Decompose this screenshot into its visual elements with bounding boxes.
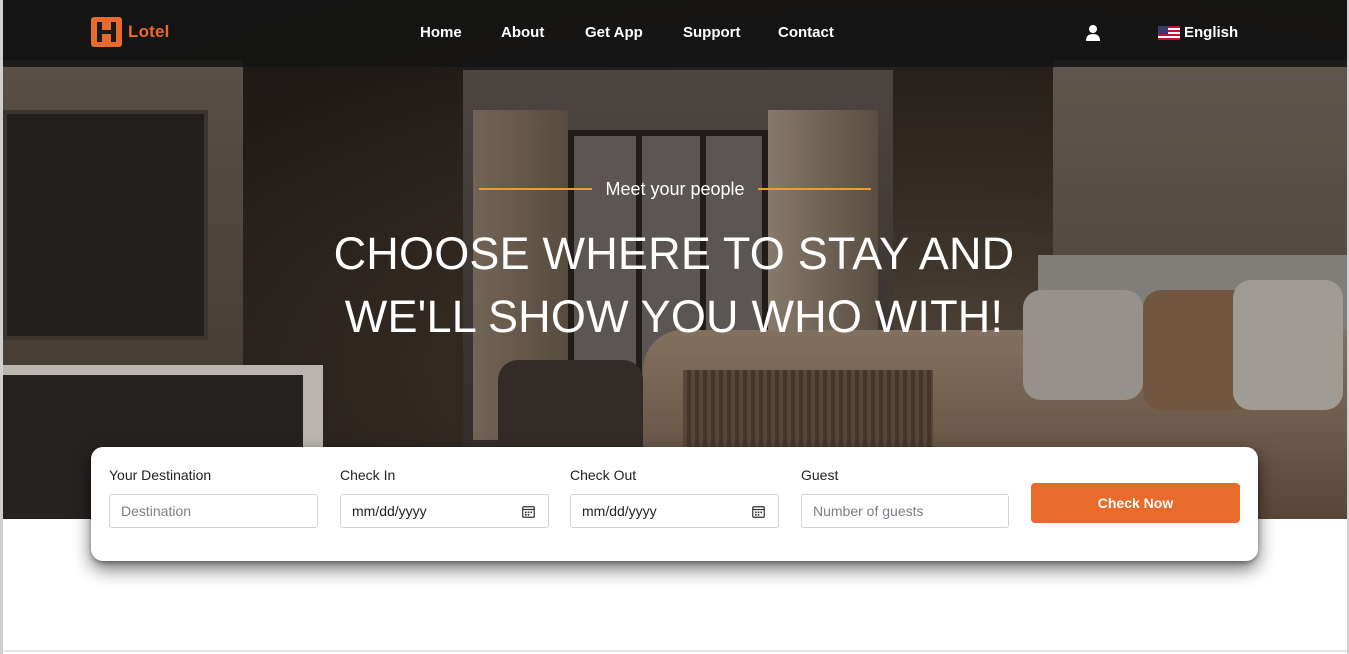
tagline-line-right <box>758 188 871 190</box>
guest-field-group: Guest Number of guests <box>801 467 1009 528</box>
check-now-button[interactable]: Check Now <box>1031 483 1240 523</box>
nav-link-home[interactable]: Home <box>420 24 462 41</box>
check-out-label: Check Out <box>570 467 637 483</box>
hero-headline: CHOOSE WHERE TO STAY AND WE'LL SHOW YOU … <box>300 222 1048 348</box>
destination-placeholder: Destination <box>121 503 192 519</box>
check-in-field-group: Check In mm/dd/yyyy <box>340 467 549 528</box>
guest-label: Guest <box>801 467 839 483</box>
hero-tagline: Meet your people <box>605 178 745 199</box>
guest-input[interactable]: Number of guests <box>801 494 1009 528</box>
destination-field-group: Your Destination Destination <box>109 467 318 528</box>
nav-link-contact[interactable]: Contact <box>778 24 834 41</box>
nav-link-about[interactable]: About <box>501 24 544 41</box>
top-navbar: Lotel Home About Get App Support Contact… <box>3 0 1347 67</box>
check-out-field-group: Check Out mm/dd/yyyy <box>570 467 779 528</box>
destination-input[interactable]: Destination <box>109 494 318 528</box>
us-flag-icon <box>1158 25 1180 40</box>
search-form-card: Your Destination Destination Check In mm… <box>91 447 1258 561</box>
check-out-date-input[interactable]: mm/dd/yyyy <box>570 494 779 528</box>
tagline-line-left <box>479 188 592 190</box>
check-in-value: mm/dd/yyyy <box>352 503 427 519</box>
check-in-label: Check In <box>340 467 396 483</box>
nav-link-get-app[interactable]: Get App <box>585 24 643 41</box>
calendar-icon[interactable] <box>522 505 535 518</box>
language-selector[interactable]: English <box>1158 24 1238 41</box>
language-label: English <box>1184 24 1239 41</box>
nav-link-support[interactable]: Support <box>683 24 741 41</box>
nav-menu: Home About Get App Support Contact <box>3 24 1347 44</box>
hero-headline-line1: CHOOSE WHERE TO STAY AND <box>333 228 1015 279</box>
check-in-date-input[interactable]: mm/dd/yyyy <box>340 494 549 528</box>
page-bottom-divider <box>3 650 1347 652</box>
user-icon[interactable] <box>1085 24 1101 42</box>
hero-headline-line2: WE'LL SHOW YOU WHO WITH! <box>344 291 1004 342</box>
guest-placeholder: Number of guests <box>813 503 924 519</box>
destination-label: Your Destination <box>109 467 212 483</box>
hero-tagline-row: Meet your people <box>479 178 871 200</box>
check-out-value: mm/dd/yyyy <box>582 503 657 519</box>
calendar-icon[interactable] <box>752 505 765 518</box>
